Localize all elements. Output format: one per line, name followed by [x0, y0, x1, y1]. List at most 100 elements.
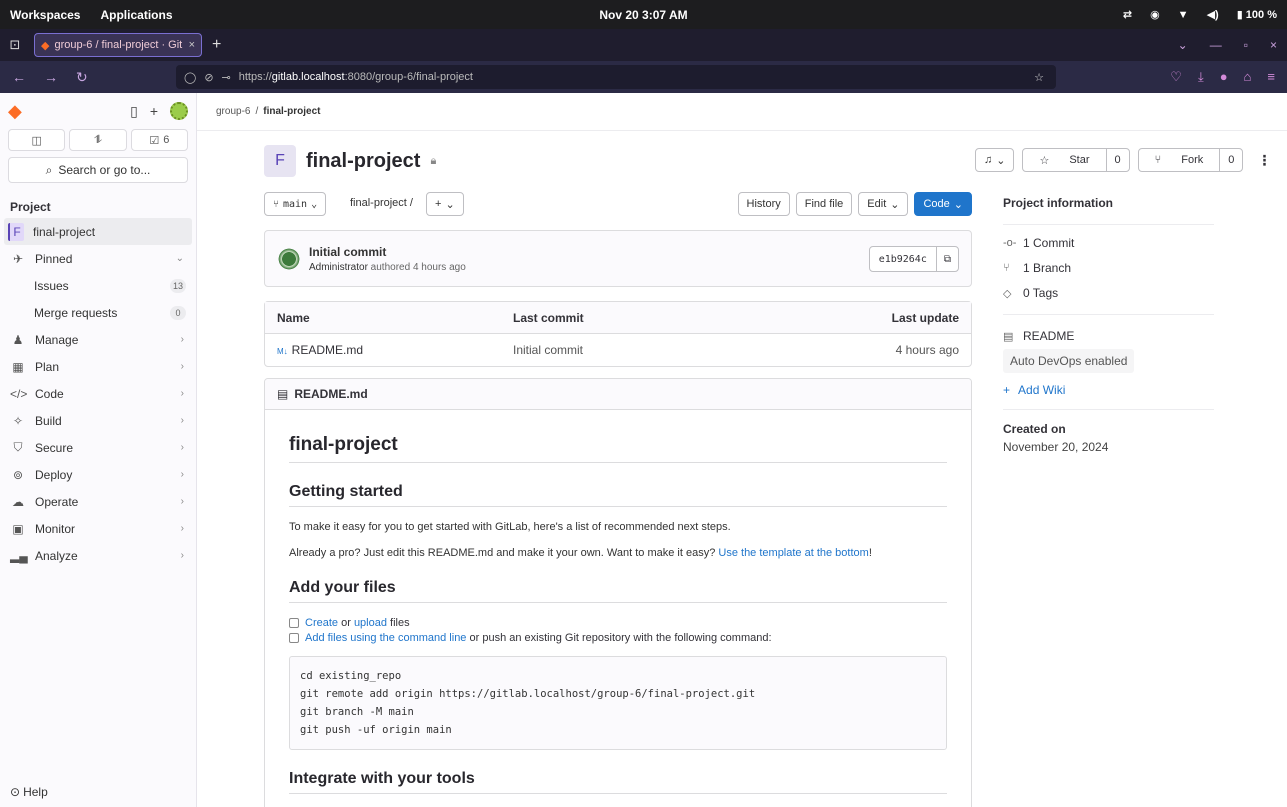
- network-icon[interactable]: ⇄: [1123, 8, 1132, 21]
- file-last-commit-link[interactable]: Initial commit: [513, 343, 583, 357]
- more-actions-icon[interactable]: ⋮: [1251, 152, 1277, 169]
- close-window-icon[interactable]: ×: [1270, 38, 1277, 52]
- clock: Nov 20 3:07 AM: [599, 7, 688, 22]
- shield-icon[interactable]: ◯: [184, 71, 196, 84]
- commits-link[interactable]: -o- 1 Commit: [1003, 236, 1214, 250]
- upload-link[interactable]: upload: [354, 617, 387, 629]
- branch-icon: ⑂: [273, 198, 279, 210]
- search-button[interactable]: ⌕ Search or go to...: [8, 157, 188, 183]
- add-to-tree-button[interactable]: + ⌄: [426, 192, 464, 216]
- project-information-panel: Project information -o- 1 Commit ⑂ 1 Branc…: [1003, 196, 1214, 454]
- sidebar-item-deploy[interactable]: ⊚ Deploy ›: [0, 461, 196, 488]
- url-bar[interactable]: ◯ ⊘ ⊸ https://gitlab.localhost:8080/grou…: [176, 65, 1056, 89]
- account-icon[interactable]: ●: [1220, 69, 1228, 85]
- tags-link[interactable]: ◇ 0 Tags: [1003, 286, 1214, 300]
- breadcrumb-project-link[interactable]: final-project: [263, 106, 320, 117]
- extensions-icon[interactable]: ⌂: [1244, 69, 1252, 85]
- star-label: Star: [1069, 154, 1090, 166]
- workspaces-menu[interactable]: Workspaces: [10, 8, 80, 22]
- sidebar-item-operate[interactable]: ☁ Operate ›: [0, 488, 196, 515]
- auto-devops-badge[interactable]: Auto DevOps enabled: [1003, 349, 1135, 373]
- history-button[interactable]: History: [737, 192, 790, 216]
- cloud-icon: ☁: [12, 494, 24, 509]
- pocket-icon[interactable]: ♡: [1170, 69, 1182, 85]
- merge-requests-shortcut-button[interactable]: ⥮: [69, 129, 127, 151]
- sidebar-item-plan[interactable]: ▦ Plan ›: [0, 353, 196, 380]
- sidebar-item-merge-requests[interactable]: Merge requests 0: [0, 299, 196, 326]
- branch-selector[interactable]: ⑂ main ⌄: [264, 192, 327, 216]
- task-checkbox[interactable]: [289, 618, 299, 628]
- copy-sha-icon[interactable]: ⧉: [935, 247, 958, 271]
- tab-title: group-6 / final-project · Git: [54, 39, 183, 51]
- discord-icon[interactable]: ◉: [1150, 8, 1160, 21]
- fork-count[interactable]: 0: [1219, 149, 1242, 171]
- help-button[interactable]: ⊙ Help: [10, 785, 48, 799]
- sidebar-item-project[interactable]: F final-project: [4, 218, 192, 245]
- chevron-down-icon: ⌄: [175, 253, 184, 264]
- author-avatar[interactable]: [277, 247, 301, 271]
- sidebar-item-pinned[interactable]: ✈ Pinned ⌄: [0, 245, 196, 272]
- readme-panel: ▤ README.md final-project Getting starte…: [264, 378, 972, 807]
- sidebar-item-analyze[interactable]: ▂▄ Analyze ›: [0, 542, 196, 569]
- add-wiki-link[interactable]: + Add Wiki: [1003, 383, 1214, 397]
- file-name-link[interactable]: M↓ README.md: [277, 343, 363, 357]
- repo-path-link[interactable]: final-project: [350, 197, 407, 209]
- table-row[interactable]: M↓ README.md Initial commit 4 hours ago: [265, 334, 971, 366]
- reload-icon[interactable]: ↻: [76, 69, 88, 86]
- sidebar-item-secure[interactable]: ⛉ Secure ›: [0, 434, 196, 461]
- readme-filename[interactable]: README.md: [294, 387, 367, 401]
- sidebar-item-label: Build: [35, 413, 62, 428]
- readme-link[interactable]: ▤ README: [1003, 329, 1214, 343]
- user-avatar[interactable]: [170, 102, 188, 120]
- star-button[interactable]: ☆ Star 0: [1022, 148, 1130, 172]
- commit-author-link[interactable]: Administrator: [309, 262, 368, 273]
- browser-tab[interactable]: ◆ group-6 / final-project · Git ×: [34, 33, 202, 57]
- gitlab-logo-icon[interactable]: ◆: [8, 101, 22, 122]
- commit-sha[interactable]: e1b9264c: [870, 247, 936, 271]
- new-tab-button[interactable]: +: [212, 36, 221, 54]
- lock-warning-icon[interactable]: ⊘: [204, 71, 213, 84]
- issues-shortcut-button[interactable]: ◫: [8, 129, 66, 151]
- minimize-icon[interactable]: —: [1210, 38, 1222, 52]
- created-on-value: November 20, 2024: [1003, 440, 1109, 454]
- command-line-link[interactable]: Add files using the command line: [305, 632, 466, 644]
- code-block: cd existing_repo git remote add origin ht…: [289, 656, 947, 750]
- branches-link[interactable]: ⑂ 1 Branch: [1003, 261, 1214, 275]
- notification-button[interactable]: ♫ ⌄: [975, 148, 1015, 172]
- battery-indicator[interactable]: ▮ 100 %: [1237, 8, 1277, 21]
- forward-icon[interactable]: →: [44, 69, 58, 86]
- tab-close-icon[interactable]: ×: [189, 39, 195, 51]
- template-link[interactable]: Use the template at the bottom: [718, 547, 868, 559]
- fork-button[interactable]: ⑂ Fork 0: [1137, 148, 1244, 172]
- create-new-icon[interactable]: +: [150, 103, 158, 119]
- code-button[interactable]: Code ⌄: [914, 192, 972, 216]
- users-icon: ♟: [12, 332, 24, 347]
- readme-paragraph: To make it easy for you to get started w…: [289, 521, 731, 533]
- bookmark-star-icon[interactable]: ☆: [1034, 71, 1044, 84]
- chevron-down-icon: ⌄: [890, 198, 900, 211]
- find-file-button[interactable]: Find file: [795, 192, 853, 216]
- volume-icon[interactable]: ◀): [1207, 8, 1219, 21]
- downloads-icon[interactable]: ⤓: [1198, 69, 1204, 85]
- edit-button[interactable]: Edit ⌄: [858, 192, 909, 216]
- sidebar-item-build[interactable]: ✧ Build ›: [0, 407, 196, 434]
- task-checkbox[interactable]: [289, 633, 299, 643]
- back-icon[interactable]: ←: [12, 69, 26, 86]
- commit-title-link[interactable]: Initial commit: [309, 245, 386, 259]
- sidebar-item-code[interactable]: </> Code ›: [0, 380, 196, 407]
- star-count[interactable]: 0: [1105, 149, 1129, 171]
- wifi-icon[interactable]: ▼: [1178, 9, 1189, 21]
- todos-shortcut-button[interactable]: ☑ 6: [130, 129, 188, 151]
- tab-list-icon[interactable]: ⌄: [1178, 38, 1188, 52]
- sidebar-item-manage[interactable]: ♟ Manage ›: [0, 326, 196, 353]
- sidebar-item-issues[interactable]: Issues 13: [0, 272, 196, 299]
- sidebar-toggle-icon[interactable]: ▯: [130, 103, 138, 120]
- tab-overview-icon[interactable]: ⊡: [0, 37, 30, 53]
- create-link[interactable]: Create: [305, 617, 338, 629]
- sidebar-item-monitor[interactable]: ▣ Monitor ›: [0, 515, 196, 542]
- applications-menu[interactable]: Applications: [100, 8, 172, 22]
- restore-icon[interactable]: ▫: [1244, 38, 1248, 52]
- task-item: Create or upload files: [289, 617, 947, 629]
- breadcrumb-group-link[interactable]: group-6: [216, 106, 250, 117]
- menu-icon[interactable]: ≡: [1267, 69, 1275, 85]
